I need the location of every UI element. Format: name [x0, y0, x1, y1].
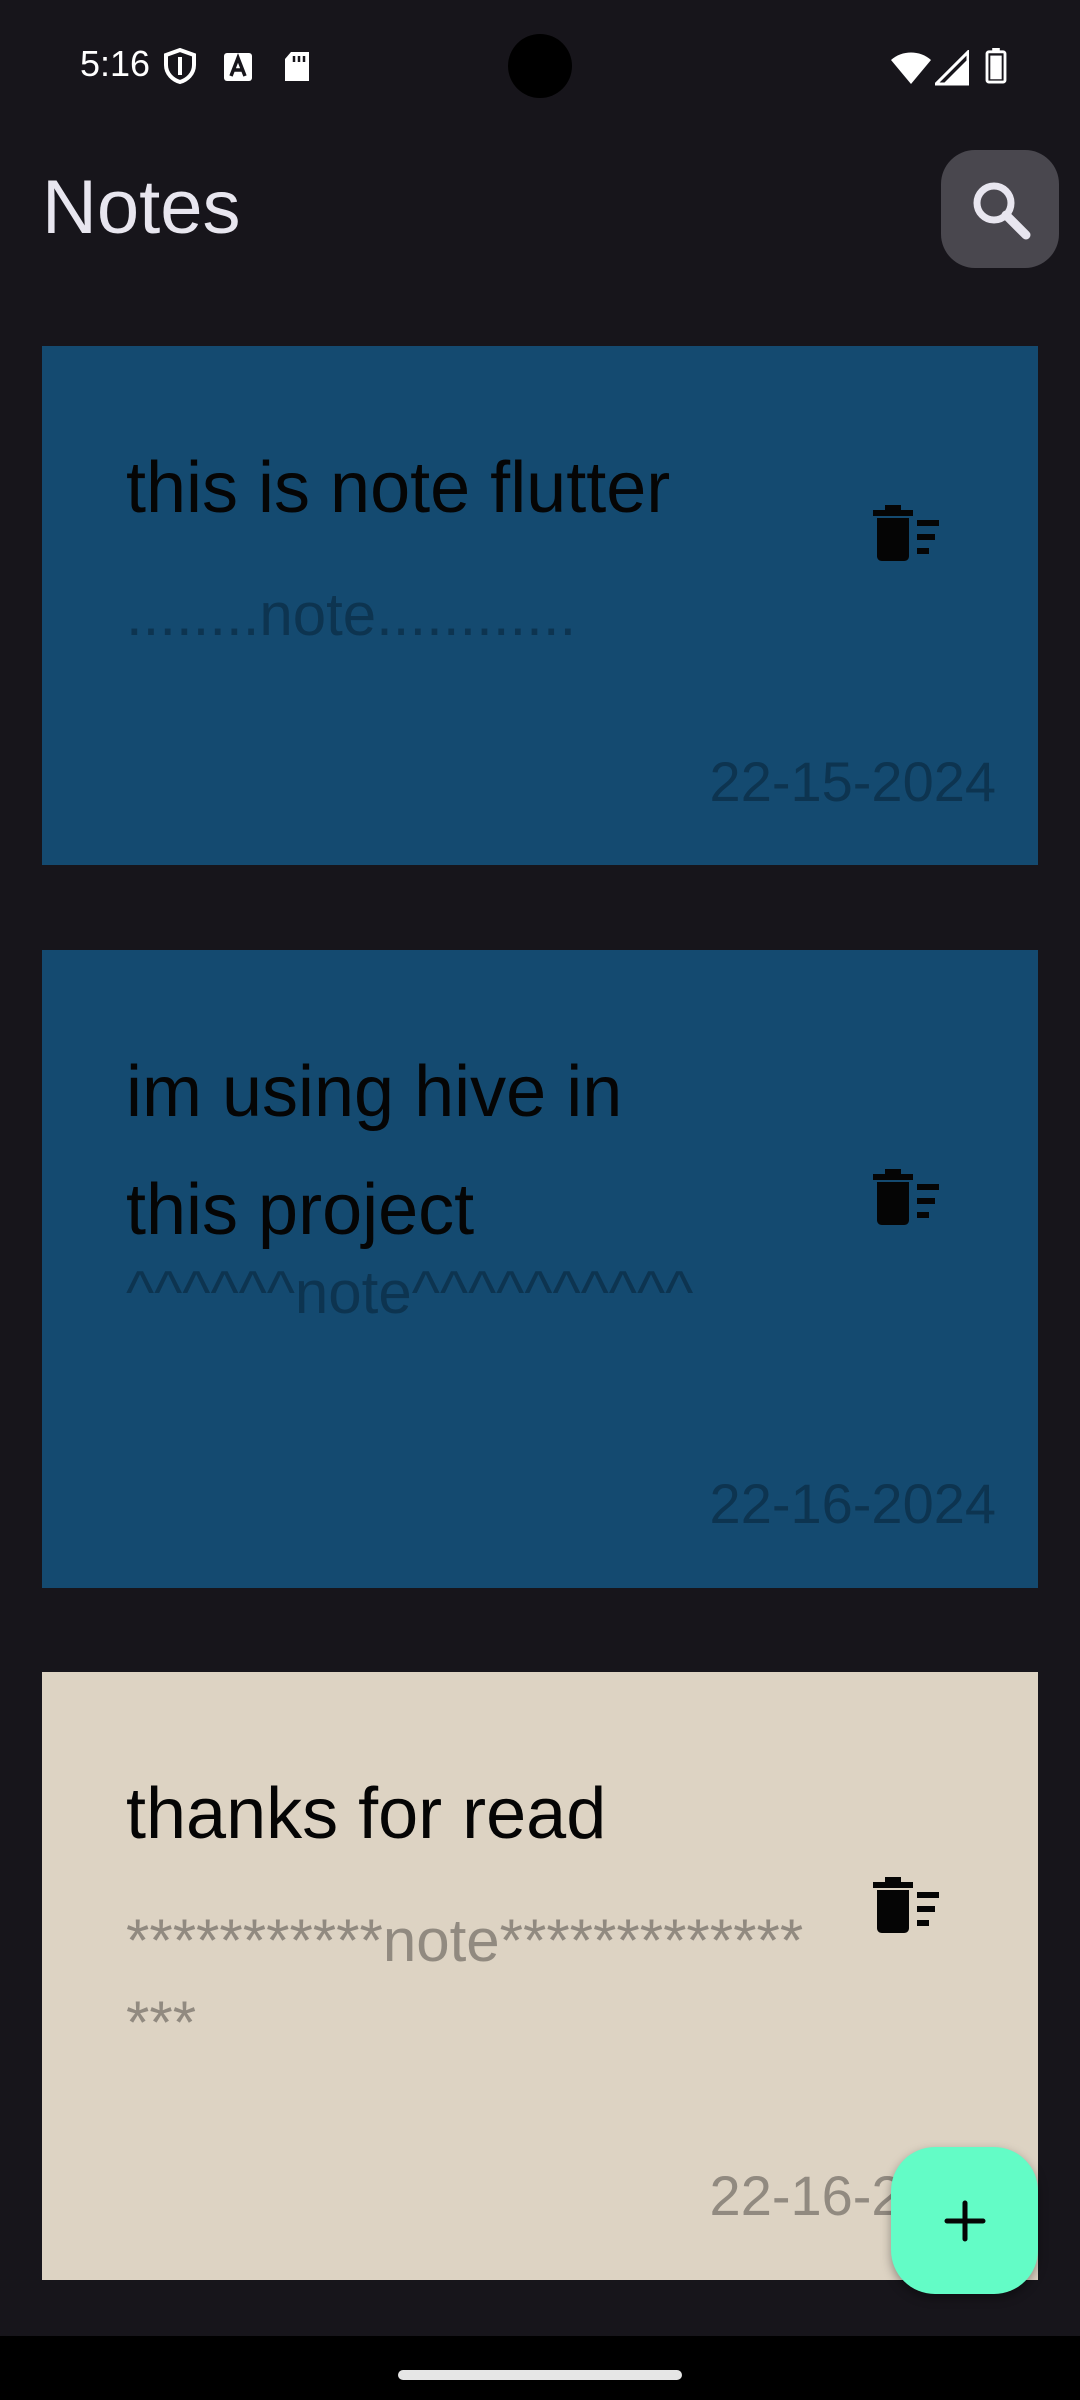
notes-list[interactable]: this is note flutter ........note.......…: [0, 0, 1080, 2336]
delete-button[interactable]: [866, 498, 946, 568]
delete-sweep-icon: [873, 505, 939, 561]
note-date: 22-16-2024: [709, 1472, 996, 1535]
delete-sweep-icon: [873, 1169, 939, 1225]
note-content: ........note............: [126, 581, 577, 648]
add-icon: [944, 2200, 985, 2241]
delete-button[interactable]: [866, 1870, 946, 1940]
note-title: this is note flutter: [126, 448, 671, 528]
home-indicator[interactable]: [398, 2370, 682, 2380]
note-card[interactable]: this is note flutter ........note.......…: [42, 346, 1038, 865]
note-card[interactable]: thanks for read ***********note*********…: [42, 1672, 1038, 2280]
delete-button[interactable]: [866, 1162, 946, 1232]
note-content: ***********note****************: [126, 1907, 804, 2056]
add-note-button[interactable]: [891, 2147, 1038, 2294]
gesture-nav-bar: [0, 2336, 1080, 2400]
note-title: im using hive in this project: [126, 1052, 623, 1250]
delete-sweep-icon: [873, 1877, 939, 1933]
note-title: thanks for read: [126, 1774, 607, 1854]
note-card[interactable]: im using hive in this project ^^^^^^note…: [42, 950, 1038, 1588]
note-date: 22-15-2024: [709, 750, 996, 813]
note-content: ^^^^^^note^^^^^^^^^^: [126, 1259, 694, 1326]
